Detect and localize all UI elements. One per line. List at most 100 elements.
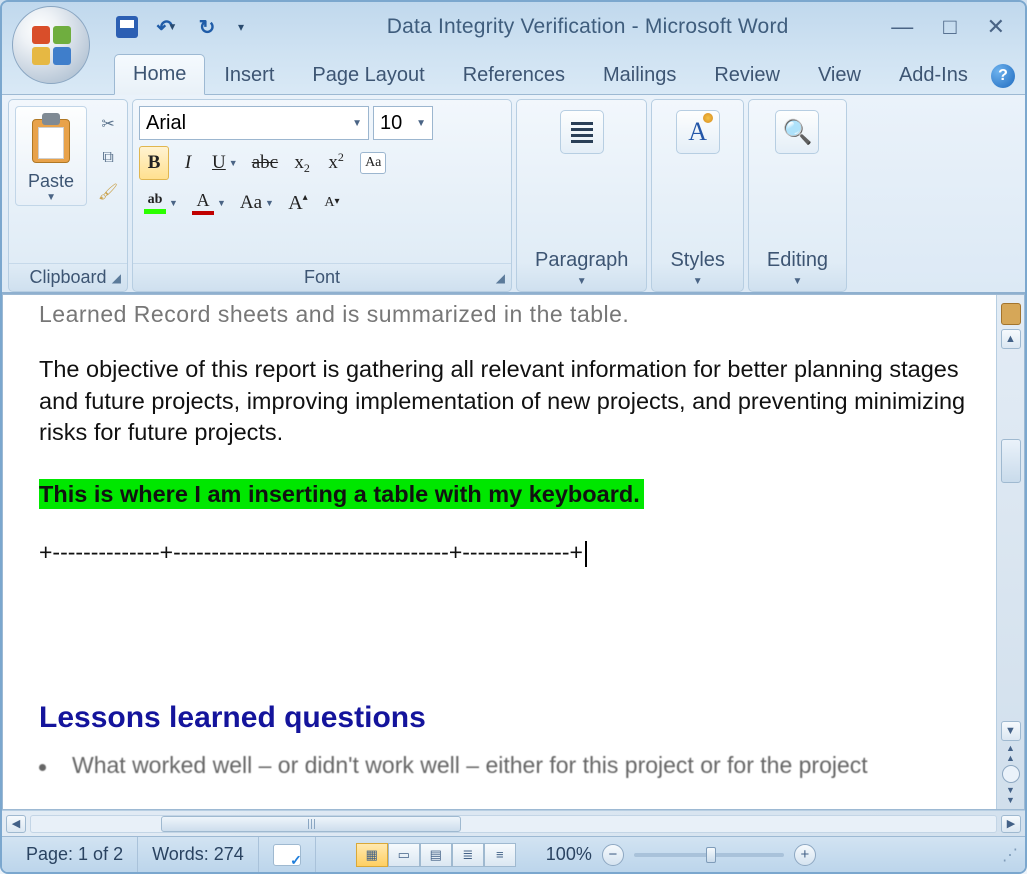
browse-object-button[interactable]	[1002, 765, 1020, 783]
hscroll-track[interactable]	[30, 815, 997, 833]
tab-references[interactable]: References	[444, 55, 584, 95]
paragraph-button[interactable]	[560, 110, 604, 154]
draft-view[interactable]: ≡	[484, 843, 516, 867]
web-layout-view[interactable]: ▤	[420, 843, 452, 867]
close-button[interactable]: ✕	[987, 14, 1005, 40]
heading-lessons-learned: Lessons learned questions	[39, 698, 996, 739]
zoom-in-button[interactable]: +	[794, 844, 816, 866]
cut-button[interactable]: ✂	[95, 112, 121, 136]
print-layout-view[interactable]: ▦	[356, 843, 388, 867]
font-color-button[interactable]: A▼	[187, 186, 231, 220]
chevron-down-icon[interactable]: ▼	[693, 276, 703, 287]
styles-icon: A	[688, 117, 707, 147]
chevron-down-icon[interactable]: ▼	[217, 198, 226, 208]
format-painter-button[interactable]: 🖌	[95, 180, 121, 204]
tab-view[interactable]: View	[799, 55, 880, 95]
scroll-left-button[interactable]: ◀	[6, 815, 26, 833]
paragraph-label: Paragraph	[535, 249, 628, 272]
shrink-font-button[interactable]: A▾	[317, 186, 347, 220]
outline-view[interactable]: ≣	[452, 843, 484, 867]
styles-button[interactable]: A	[676, 110, 720, 154]
chevron-down-icon[interactable]: ▼	[577, 276, 587, 287]
chevron-down-icon[interactable]: ▼	[229, 158, 238, 168]
tab-page-layout[interactable]: Page Layout	[293, 55, 443, 95]
customize-qat-button[interactable]: ▾	[238, 20, 244, 34]
scroll-up-button[interactable]: ▲	[1001, 329, 1021, 349]
zoom-slider[interactable]	[634, 853, 784, 857]
word-count[interactable]: Words: 274	[138, 837, 259, 872]
copy-button[interactable]: ⧉	[95, 146, 121, 170]
bullet-icon	[39, 764, 46, 771]
document-map-button[interactable]	[1001, 303, 1021, 325]
highlight-swatch-icon	[144, 209, 166, 214]
table-ascii-input: +--------------+------------------------…	[39, 537, 996, 568]
tab-review[interactable]: Review	[695, 55, 799, 95]
group-font: ▼ ▼ B I U▼ abc x2 x2 Aa ab▼ A▼ Aa▼ A▴ A▾…	[132, 99, 512, 292]
group-clipboard: Paste ▼ ✂ ⧉ 🖌 Clipboard ◢	[8, 99, 128, 292]
resize-grip[interactable]: ⋰	[1002, 845, 1015, 865]
scissors-icon: ✂	[101, 114, 114, 134]
chevron-down-icon[interactable]: ▼	[416, 118, 426, 129]
redo-button[interactable]: ↻	[192, 12, 222, 42]
zoom-handle[interactable]	[706, 847, 716, 863]
zoom-controls: 100% − +	[546, 844, 816, 866]
scroll-right-button[interactable]: ▶	[1001, 815, 1021, 833]
chevron-down-icon[interactable]: ▼	[352, 118, 362, 129]
font-size-combo[interactable]: ▼	[373, 106, 433, 140]
underline-button[interactable]: U▼	[207, 146, 243, 180]
tab-mailings[interactable]: Mailings	[584, 55, 695, 95]
tab-add-ins[interactable]: Add-Ins	[880, 55, 987, 95]
superscript-button[interactable]: x2	[321, 146, 351, 180]
subscript-button[interactable]: x2	[287, 146, 317, 180]
font-launcher[interactable]: ◢	[496, 271, 505, 285]
font-name-input[interactable]	[146, 112, 348, 135]
horizontal-scrollbar: ◀ ▶	[2, 810, 1025, 836]
page-indicator[interactable]: Page: 1 of 2	[12, 837, 138, 872]
tab-home[interactable]: Home	[114, 54, 205, 95]
chevron-down-icon[interactable]: ▼	[167, 22, 177, 33]
grow-font-button[interactable]: A▴	[283, 186, 313, 220]
text-cursor	[585, 541, 587, 567]
group-label-clipboard: Clipboard	[29, 267, 106, 288]
clipboard-launcher[interactable]: ◢	[112, 271, 121, 285]
full-screen-view[interactable]: ▭	[388, 843, 420, 867]
minimize-button[interactable]: —	[891, 14, 913, 40]
title-bar: ↶▼ ↻ ▾ Data Integrity Verification - Mic…	[2, 2, 1025, 52]
paragraph-icon	[571, 122, 593, 143]
maximize-button[interactable]: □	[943, 14, 956, 40]
next-page-button[interactable]: ▼▼	[1002, 787, 1020, 803]
italic-button[interactable]: I	[173, 146, 203, 180]
zoom-out-button[interactable]: −	[602, 844, 624, 866]
document-page[interactable]: Learned Record sheets and is summarized …	[3, 295, 996, 809]
highlight-color-button[interactable]: ab▼	[139, 186, 183, 220]
help-button[interactable]: ?	[991, 64, 1015, 88]
strikethrough-button[interactable]: abc	[247, 146, 283, 180]
paste-button[interactable]: Paste ▼	[15, 106, 87, 206]
save-button[interactable]	[112, 12, 142, 42]
editing-button[interactable]: 🔍	[775, 110, 819, 154]
change-case-button[interactable]: Aa▼	[235, 186, 279, 220]
ribbon: Paste ▼ ✂ ⧉ 🖌 Clipboard ◢ ▼ ▼ B I U▼ abc …	[2, 94, 1025, 294]
office-button[interactable]	[12, 6, 90, 84]
undo-button[interactable]: ↶▼	[152, 12, 182, 42]
scroll-down-button[interactable]: ▼	[1001, 721, 1021, 741]
group-editing: 🔍 Editing ▼	[748, 99, 847, 292]
spellcheck-status[interactable]	[259, 837, 316, 872]
chevron-down-icon[interactable]: ▼	[169, 198, 178, 208]
clear-formatting-button[interactable]: Aa	[355, 146, 391, 180]
chevron-down-icon[interactable]: ▼	[265, 198, 274, 208]
font-size-input[interactable]	[380, 112, 412, 135]
hscroll-thumb[interactable]	[161, 816, 461, 832]
group-paragraph: Paragraph ▼	[516, 99, 647, 292]
scroll-thumb[interactable]	[1001, 439, 1021, 483]
save-icon	[116, 16, 138, 38]
zoom-level[interactable]: 100%	[546, 844, 592, 865]
font-color-swatch-icon	[192, 211, 214, 215]
previous-page-button[interactable]: ▲▲	[1002, 745, 1020, 761]
chevron-down-icon[interactable]: ▼	[793, 276, 803, 287]
bold-button[interactable]: B	[139, 146, 169, 180]
chevron-down-icon[interactable]: ▼	[46, 192, 56, 203]
tab-insert[interactable]: Insert	[205, 55, 293, 95]
ribbon-tabs: Home Insert Page Layout References Maili…	[2, 52, 1025, 94]
font-name-combo[interactable]: ▼	[139, 106, 369, 140]
